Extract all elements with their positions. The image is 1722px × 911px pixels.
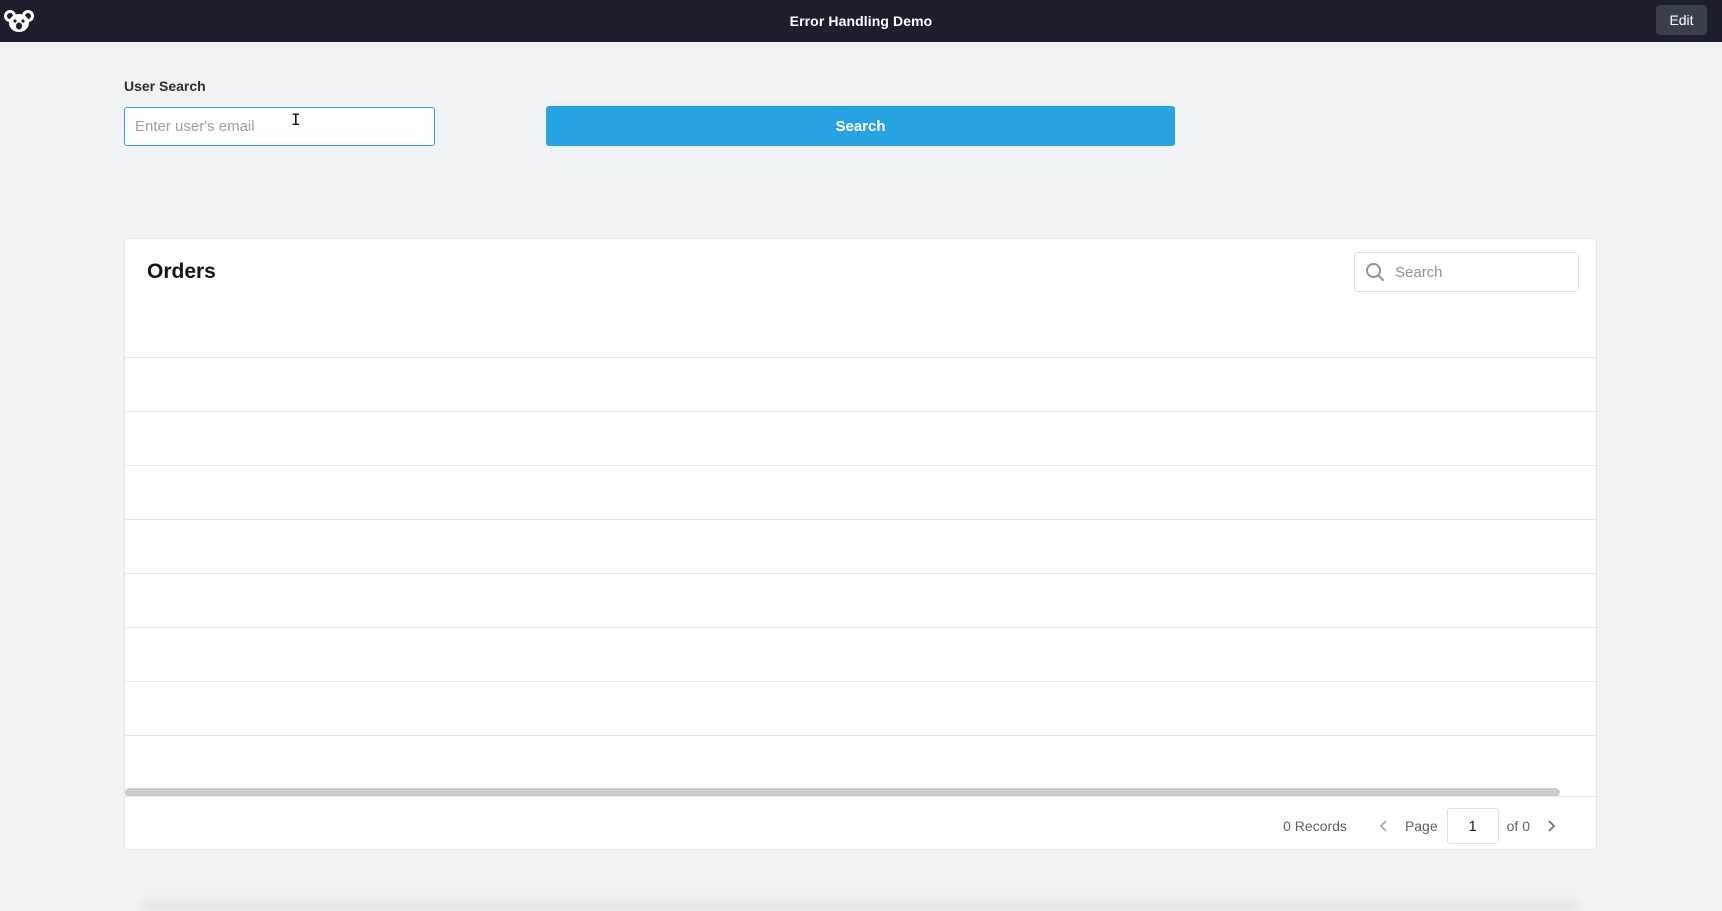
records-count: 0 Records [1283,818,1347,834]
chevron-left-icon[interactable] [1369,811,1399,841]
table-row[interactable] [125,465,1596,519]
table-search-input[interactable] [1395,263,1565,281]
footer-divider [125,796,1596,797]
table-row[interactable] [125,357,1596,411]
app-title: Error Handling Demo [789,13,933,29]
table-row[interactable] [125,627,1596,681]
orders-table-card: Orders 0 Records Page of 0 [124,238,1597,850]
edit-button[interactable]: Edit [1656,5,1707,35]
page-number-input[interactable] [1446,808,1499,844]
email-input[interactable] [124,107,435,146]
table-row[interactable] [125,735,1596,789]
table-row[interactable] [125,681,1596,735]
search-icon [1355,253,1395,291]
user-search-label: User Search [124,78,206,94]
page-total-label: of 0 [1506,818,1530,834]
text-cursor-icon: I [291,110,301,129]
table-row[interactable] [125,411,1596,465]
koala-logo-icon[interactable] [4,9,34,33]
bottom-shadow [140,895,1580,911]
chevron-right-icon[interactable] [1536,811,1566,841]
page-label: Page [1404,818,1438,834]
top-bar: Error Handling Demo Edit [0,0,1722,42]
orders-title: Orders [147,260,216,283]
orders-table-body [125,357,1596,789]
pagination: 0 Records Page of 0 [1283,808,1566,844]
search-button[interactable]: Search [546,106,1175,146]
table-row[interactable] [125,573,1596,627]
table-search-box[interactable] [1354,252,1579,292]
table-row[interactable] [125,519,1596,573]
